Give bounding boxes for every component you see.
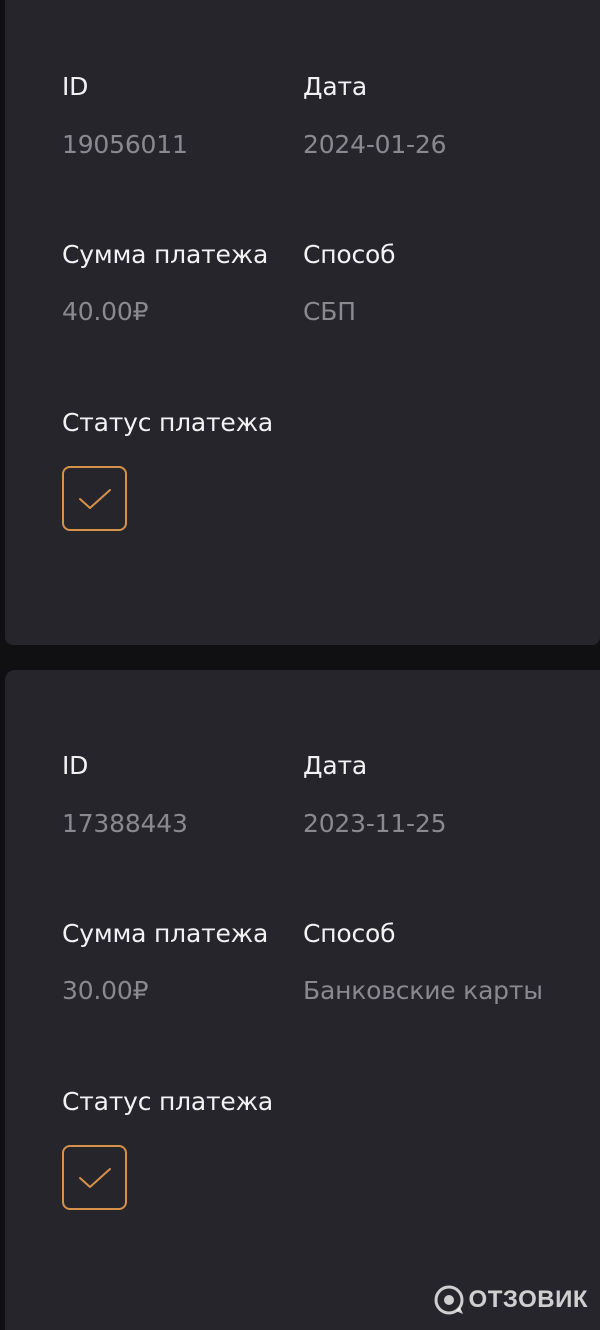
check-icon — [78, 1167, 111, 1188]
date-label: Дата — [303, 751, 367, 780]
id-value: 19056011 — [62, 130, 188, 159]
status-success-badge — [62, 1145, 127, 1210]
amount-label: Сумма платежа — [62, 919, 269, 948]
id-label: ID — [62, 72, 89, 101]
id-label: ID — [62, 751, 89, 780]
otzovik-logo-icon — [434, 1285, 464, 1315]
status-success-badge — [62, 466, 127, 531]
check-icon — [78, 488, 111, 509]
watermark-text: ОТЗОВИК — [468, 1286, 588, 1313]
date-label: Дата — [303, 72, 367, 101]
method-label: Способ — [303, 240, 396, 269]
watermark: ОТЗОВИК — [434, 1285, 588, 1315]
method-label: Способ — [303, 919, 396, 948]
method-value: Банковские карты — [303, 976, 543, 1005]
payment-card: ID Дата 19056011 2024-01-26 Сумма платеж… — [5, 0, 600, 645]
amount-label: Сумма платежа — [62, 240, 269, 269]
date-value: 2024-01-26 — [303, 130, 447, 159]
method-value: СБП — [303, 297, 356, 326]
status-label: Статус платежа — [62, 1087, 274, 1116]
date-value: 2023-11-25 — [303, 809, 447, 838]
id-value: 17388443 — [62, 809, 188, 838]
amount-value: 30.00₽ — [62, 976, 149, 1005]
status-label: Статус платежа — [62, 408, 274, 437]
amount-value: 40.00₽ — [62, 297, 149, 326]
payment-card: ID Дата 17388443 2023-11-25 Сумма платеж… — [5, 670, 600, 1330]
